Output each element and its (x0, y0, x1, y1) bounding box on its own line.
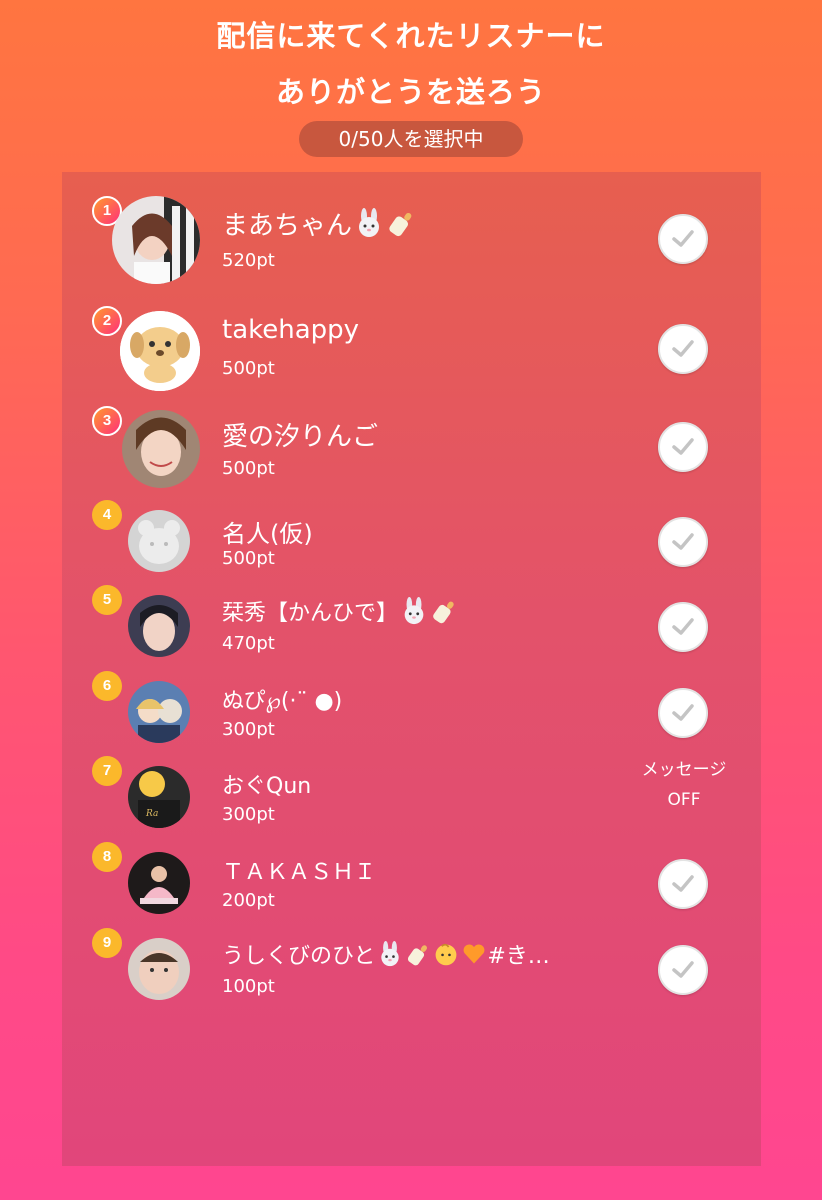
points-label: 520pt (222, 250, 275, 271)
listener-name: おぐQun (222, 774, 312, 799)
points-label: 500pt (222, 358, 275, 379)
listener-name: 栞秀【かんひで】 (222, 595, 458, 631)
points-label: 500pt (222, 548, 275, 569)
avatar (128, 852, 190, 914)
checkmark-icon (672, 533, 694, 550)
select-checkbox[interactable] (658, 214, 708, 264)
rabbit-icon (354, 208, 384, 245)
points-label: 300pt (222, 804, 275, 825)
list-item[interactable]: 8 ＴＡＫＡＳＨＩ 200pt (62, 842, 761, 922)
checkmark-icon (672, 704, 694, 721)
rank-badge: 2 (92, 306, 122, 336)
listener-list: 1 まあちゃん 520pt 2 takehappy 500pt 3 愛の汐りんご… (62, 172, 761, 1166)
avatar: Ra (128, 766, 190, 828)
listener-name: うしくびのひと #き… (222, 938, 550, 973)
rank-badge: 6 (92, 671, 122, 701)
svg-text:Ra: Ra (145, 809, 158, 819)
listener-name: takehappy (222, 315, 360, 345)
listener-name: ぬぴ℘(·¨ ●) (222, 689, 343, 714)
selection-counter-badge: 0/50人を選択中 (299, 121, 523, 157)
rank-badge: 8 (92, 842, 122, 872)
list-item: 7 Ra おぐQun 300pt メッセージ OFF (62, 756, 761, 836)
avatar (128, 510, 190, 572)
listener-name: まあちゃん (222, 205, 416, 245)
rabbit-icon (377, 941, 403, 973)
list-item[interactable]: 2 takehappy 500pt (62, 302, 761, 392)
select-checkbox[interactable] (658, 517, 708, 567)
select-checkbox[interactable] (658, 422, 708, 472)
title-line-2: ありがとうを送ろう (275, 75, 546, 109)
checkmark-icon (672, 875, 694, 892)
message-off-status: メッセージ OFF (641, 760, 727, 810)
avatar (112, 196, 200, 284)
default-bear-avatar-icon (128, 510, 190, 572)
checkmark-icon (672, 618, 694, 635)
points-label: 470pt (222, 633, 275, 654)
avatar (122, 410, 200, 488)
select-checkbox[interactable] (658, 859, 708, 909)
rank-badge: 7 (92, 756, 122, 786)
points-label: 300pt (222, 719, 275, 740)
list-item[interactable]: 3 愛の汐りんご 500pt (62, 402, 761, 492)
checkmark-icon (672, 340, 694, 357)
orange-heart-icon (461, 941, 487, 973)
checkmark-icon (672, 961, 694, 978)
baby-bottle-icon (386, 208, 416, 245)
checkmark-icon (672, 438, 694, 455)
baby-face-icon (433, 941, 459, 973)
list-item[interactable]: 5 栞秀【かんひで】 470pt (62, 585, 761, 665)
title-line-1: 配信に来てくれたリスナーに (216, 19, 606, 53)
baby-bottle-icon (430, 597, 458, 631)
avatar (128, 681, 190, 743)
select-checkbox[interactable] (658, 324, 708, 374)
listener-name: ＴＡＫＡＳＨＩ (222, 860, 377, 885)
select-checkbox[interactable] (658, 688, 708, 738)
select-checkbox[interactable] (658, 602, 708, 652)
rank-badge: 4 (92, 500, 122, 530)
points-label: 500pt (222, 458, 275, 479)
select-checkbox[interactable] (658, 945, 708, 995)
checkmark-icon (672, 230, 694, 247)
avatar (128, 938, 190, 1000)
listener-name: 名人(仮) (222, 520, 313, 548)
baby-bottle-icon (405, 941, 431, 973)
rank-badge: 5 (92, 585, 122, 615)
page-title: 配信に来てくれたリスナーに ありがとうを送ろう (0, 8, 822, 120)
avatar (120, 311, 200, 391)
list-item[interactable]: 1 まあちゃん 520pt (62, 192, 761, 292)
rank-badge: 3 (92, 406, 122, 436)
list-item[interactable]: 9 うしくびのひと #き… 100pt (62, 928, 761, 1008)
points-label: 200pt (222, 890, 275, 911)
rabbit-icon (400, 597, 428, 631)
list-item[interactable]: 4 名人(仮) 500pt (62, 500, 761, 580)
avatar (128, 595, 190, 657)
listener-name: 愛の汐りんご (222, 422, 379, 452)
list-item[interactable]: 6 ぬぴ℘(·¨ ●) 300pt (62, 671, 761, 751)
rank-badge: 9 (92, 928, 122, 958)
points-label: 100pt (222, 976, 275, 997)
